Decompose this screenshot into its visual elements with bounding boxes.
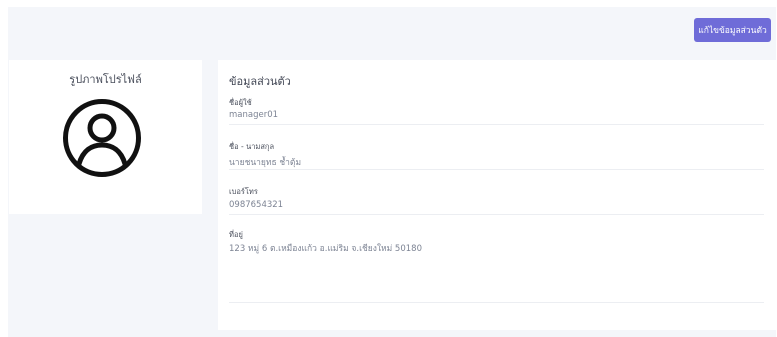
fullname-value: นายชนายุทธ ช้ำตุ้ม bbox=[229, 158, 302, 168]
divider bbox=[229, 214, 764, 215]
divider bbox=[229, 169, 764, 170]
user-circle-icon bbox=[62, 98, 142, 178]
profile-picture-card: รูปภาพโปรไฟล์ bbox=[9, 60, 202, 214]
edit-profile-button[interactable]: แก้ไขข้อมูลส่วนตัว bbox=[694, 18, 771, 42]
avatar-svg bbox=[63, 99, 141, 177]
profile-picture-title: รูปภาพโปรไฟล์ bbox=[69, 73, 142, 86]
fullname-label: ชื่อ - นามสกุล bbox=[229, 142, 275, 151]
phone-label: เบอร์โทร bbox=[229, 187, 258, 196]
divider bbox=[229, 302, 764, 303]
address-value: 123 หมู่ 6 ต.เหมืองแก้ว อ.แม่ริม จ.เชียง… bbox=[229, 244, 422, 254]
personal-info-title: ข้อมูลส่วนตัว bbox=[229, 75, 291, 88]
phone-value: 0987654321 bbox=[229, 200, 284, 210]
personal-info-card: ข้อมูลส่วนตัว ชื่อผู้ใช้ manager01 ชื่อ … bbox=[218, 60, 776, 330]
username-label: ชื่อผู้ใช้ bbox=[229, 98, 252, 107]
username-value: manager01 bbox=[229, 110, 279, 120]
divider bbox=[229, 124, 764, 125]
address-label: ที่อยู่ bbox=[229, 230, 243, 239]
